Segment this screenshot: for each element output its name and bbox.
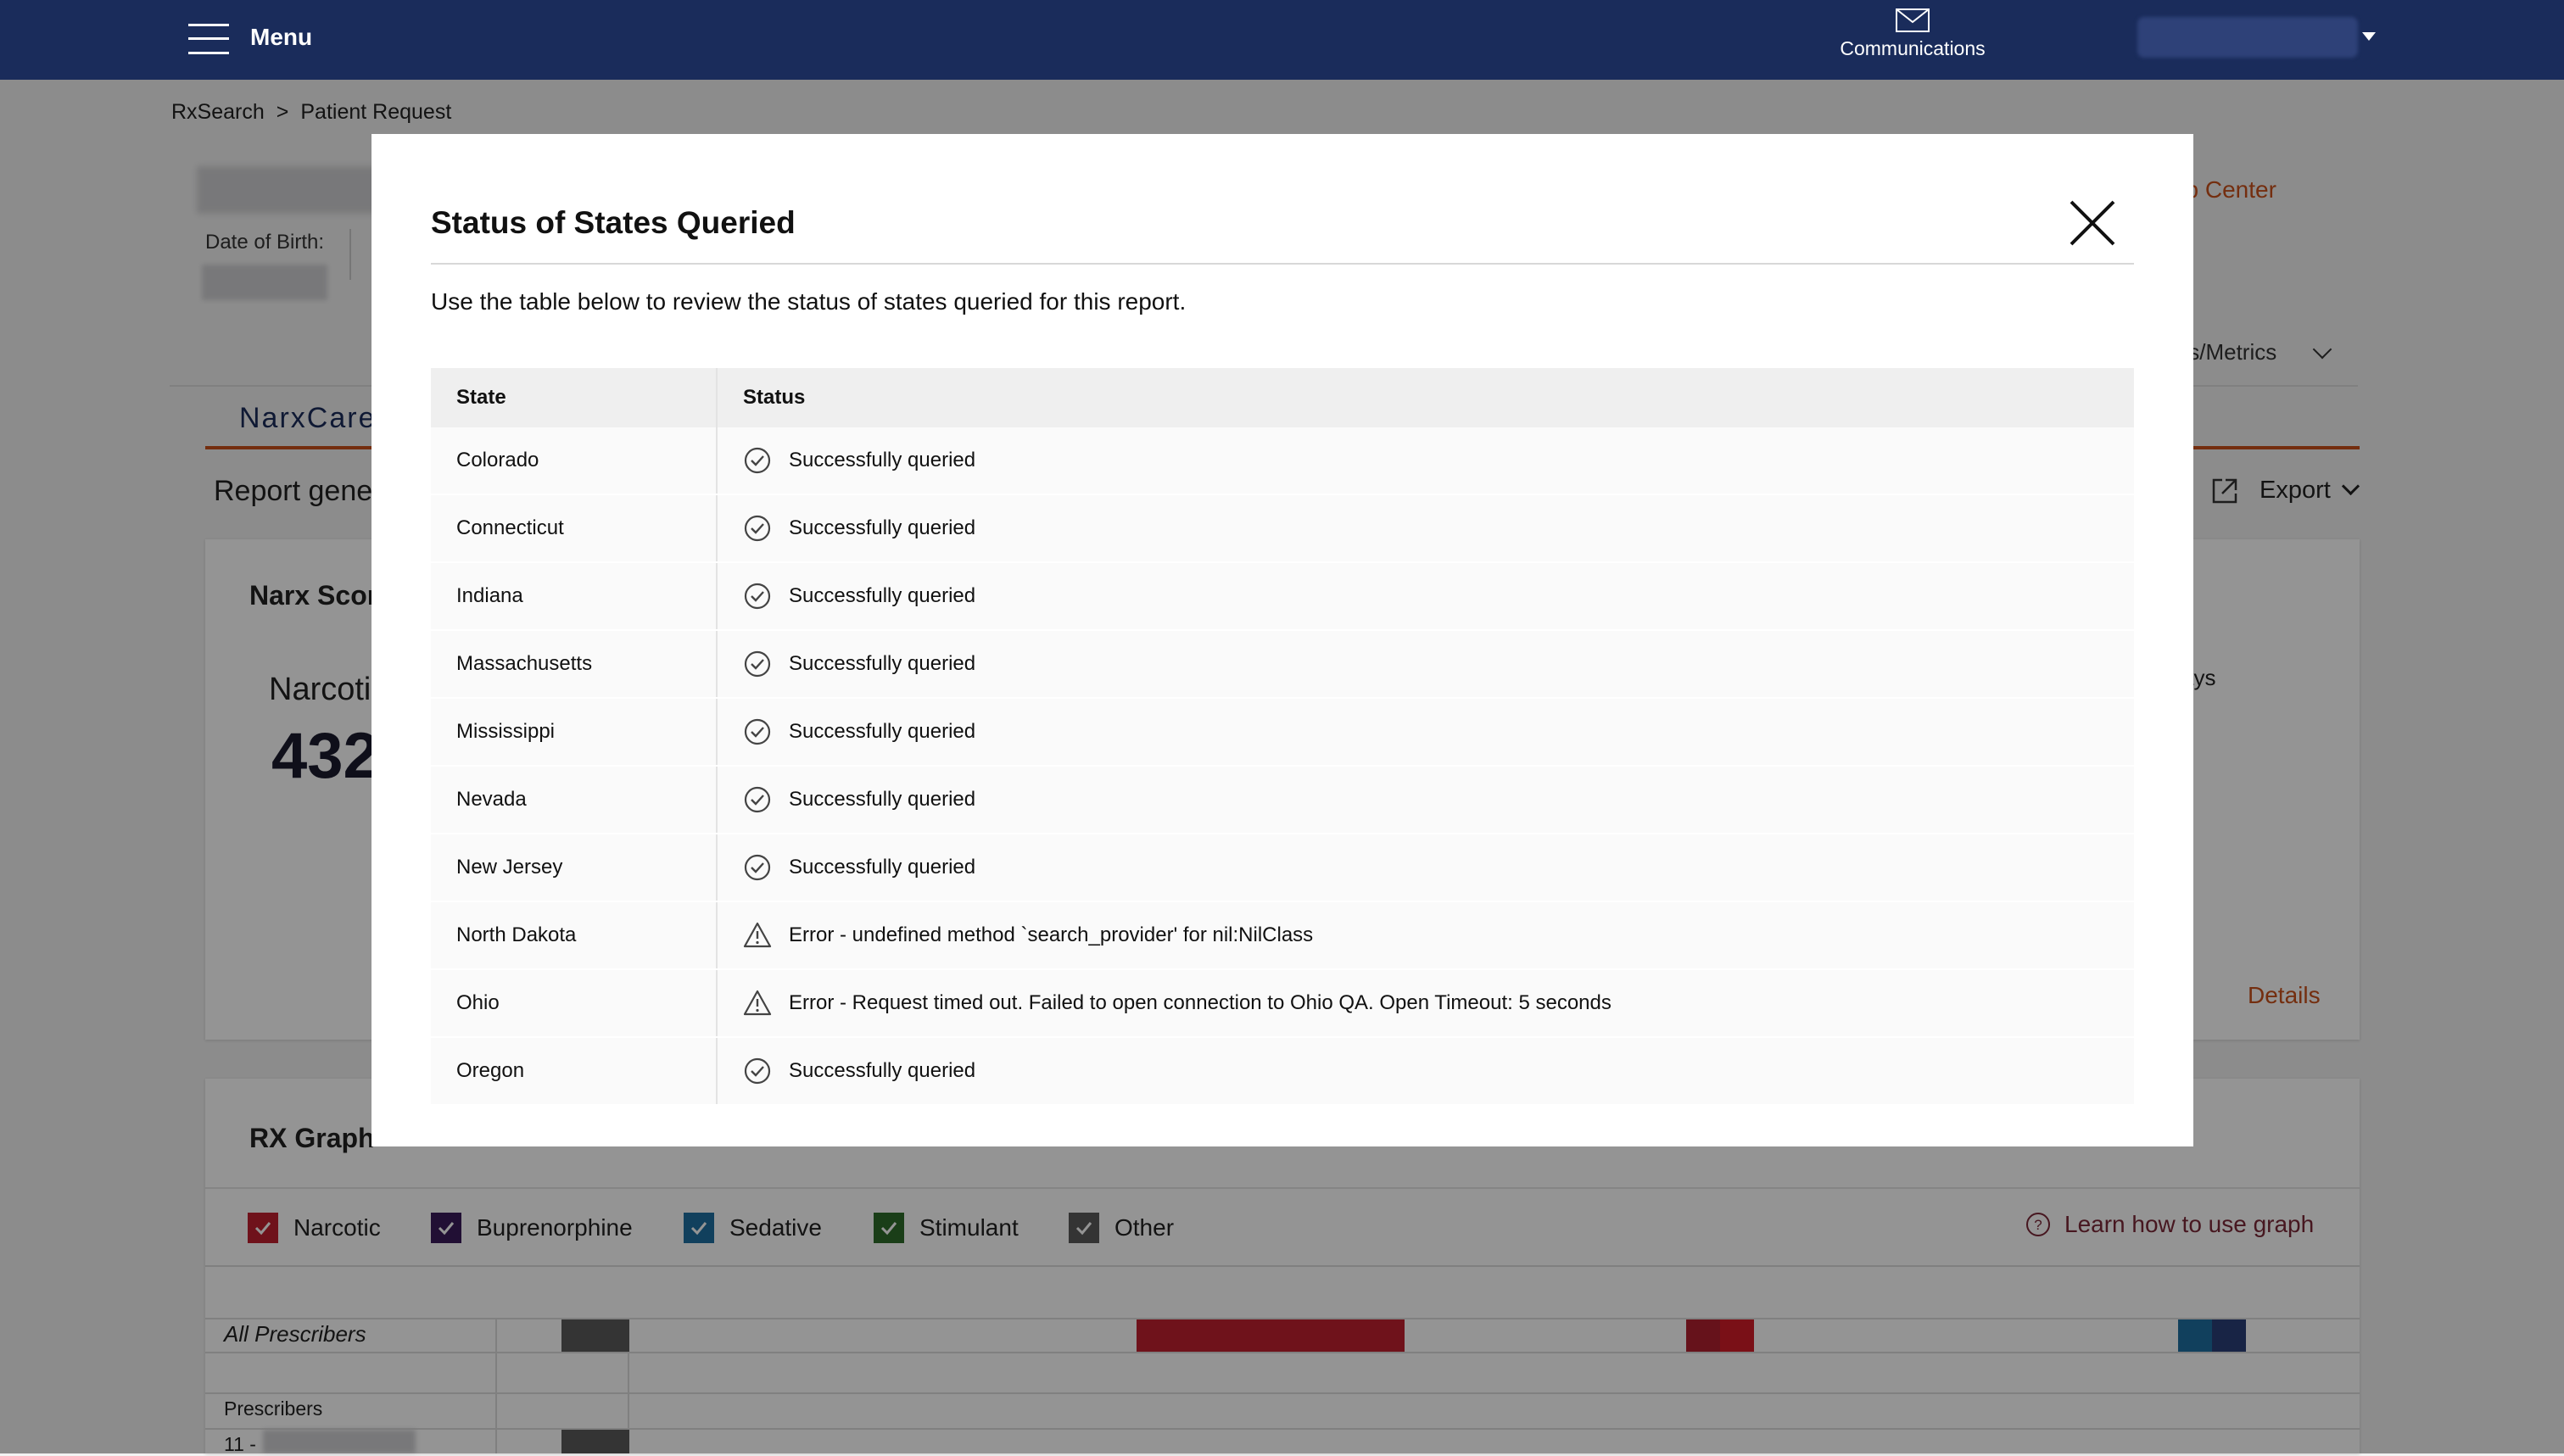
check-circle-icon bbox=[743, 582, 772, 611]
envelope-icon bbox=[1896, 8, 1930, 32]
state-name-cell: Nevada bbox=[431, 766, 718, 834]
status-content: Error - undefined method `search_provide… bbox=[743, 921, 2134, 950]
status-cell: Successfully queried bbox=[717, 630, 2134, 699]
table-row: Massachusetts Successfully queried bbox=[431, 630, 2134, 699]
state-name-cell: Ohio bbox=[431, 969, 718, 1038]
table-header-row: State Status bbox=[431, 368, 2134, 427]
modal-divider bbox=[431, 263, 2134, 265]
table-row: North Dakota Error - undefined method `se… bbox=[431, 901, 2134, 970]
status-text: Error - Request timed out. Failed to ope… bbox=[789, 991, 1612, 1014]
status-cell: Error - undefined method `search_provide… bbox=[717, 901, 2134, 970]
table-row: Ohio Error - Request timed out. Failed to… bbox=[431, 969, 2134, 1038]
hamburger-menu-icon[interactable] bbox=[188, 24, 229, 54]
status-cell: Successfully queried bbox=[717, 1037, 2134, 1106]
check-circle-icon bbox=[743, 853, 772, 882]
states-status-modal: Status of States Queried Use the table b… bbox=[371, 134, 2193, 1146]
status-cell: Successfully queried bbox=[717, 427, 2134, 495]
table-row: Colorado Successfully queried bbox=[431, 427, 2134, 495]
communications-button[interactable]: Communications bbox=[1832, 8, 1993, 60]
modal-title: Status of States Queried bbox=[431, 205, 796, 240]
status-cell: Error - Request timed out. Failed to ope… bbox=[717, 969, 2134, 1038]
state-name-cell: New Jersey bbox=[431, 834, 718, 902]
column-header-status: Status bbox=[717, 368, 2134, 427]
status-content: Successfully queried bbox=[743, 446, 2134, 475]
table-body: Colorado Successfully queried Connecticut S… bbox=[431, 427, 2134, 1106]
communications-label: Communications bbox=[1840, 37, 1986, 59]
status-cell: Successfully queried bbox=[717, 766, 2134, 834]
status-content: Successfully queried bbox=[743, 717, 2134, 746]
caret-down-icon[interactable] bbox=[2362, 32, 2376, 41]
menu-label[interactable]: Menu bbox=[250, 24, 312, 51]
modal-description: Use the table below to review the status… bbox=[431, 288, 1187, 315]
status-text: Successfully queried bbox=[789, 516, 976, 539]
warning-triangle-icon bbox=[743, 921, 772, 950]
state-name-cell: Oregon bbox=[431, 1037, 718, 1106]
status-text: Successfully queried bbox=[789, 584, 976, 607]
check-circle-icon bbox=[743, 1057, 772, 1085]
status-text: Successfully queried bbox=[789, 788, 976, 811]
column-header-state: State bbox=[431, 368, 718, 427]
table-row: Oregon Successfully queried bbox=[431, 1037, 2134, 1106]
check-circle-icon bbox=[743, 650, 772, 678]
state-name-cell: North Dakota bbox=[431, 901, 718, 970]
status-content: Successfully queried bbox=[743, 514, 2134, 543]
status-content: Successfully queried bbox=[743, 650, 2134, 678]
state-name-cell: Connecticut bbox=[431, 494, 718, 563]
state-name-cell: Mississippi bbox=[431, 698, 718, 767]
table-row: New Jersey Successfully queried bbox=[431, 834, 2134, 902]
check-circle-icon bbox=[743, 785, 772, 814]
table-row: Indiana Successfully queried bbox=[431, 562, 2134, 631]
status-text: Successfully queried bbox=[789, 1059, 976, 1082]
check-circle-icon bbox=[743, 514, 772, 543]
status-text: Successfully queried bbox=[789, 856, 976, 879]
status-text: Error - undefined method `search_provide… bbox=[789, 923, 1314, 946]
check-circle-icon bbox=[743, 717, 772, 746]
status-content: Successfully queried bbox=[743, 785, 2134, 814]
status-content: Successfully queried bbox=[743, 1057, 2134, 1085]
status-cell: Successfully queried bbox=[717, 698, 2134, 767]
state-name-cell: Indiana bbox=[431, 562, 718, 631]
table-row: Mississippi Successfully queried bbox=[431, 698, 2134, 767]
status-content: Error - Request timed out. Failed to ope… bbox=[743, 989, 2134, 1018]
state-name-cell: Colorado bbox=[431, 427, 718, 495]
table-row: Nevada Successfully queried bbox=[431, 766, 2134, 834]
check-circle-icon bbox=[743, 446, 772, 475]
status-cell: Successfully queried bbox=[717, 562, 2134, 631]
status-cell: Successfully queried bbox=[717, 494, 2134, 563]
status-text: Successfully queried bbox=[789, 449, 976, 471]
table-row: Connecticut Successfully queried bbox=[431, 494, 2134, 563]
status-text: Successfully queried bbox=[789, 652, 976, 675]
warning-triangle-icon bbox=[743, 989, 772, 1018]
states-status-table: State Status Colorado Successfully querie… bbox=[431, 368, 2134, 1106]
status-cell: Successfully queried bbox=[717, 834, 2134, 902]
user-account-dropdown[interactable] bbox=[2137, 17, 2358, 58]
top-nav-bar: Menu Communications bbox=[0, 0, 2564, 80]
status-text: Successfully queried bbox=[789, 720, 976, 743]
status-content: Successfully queried bbox=[743, 853, 2134, 882]
state-name-cell: Massachusetts bbox=[431, 630, 718, 699]
close-icon[interactable] bbox=[2066, 197, 2119, 249]
status-content: Successfully queried bbox=[743, 582, 2134, 611]
